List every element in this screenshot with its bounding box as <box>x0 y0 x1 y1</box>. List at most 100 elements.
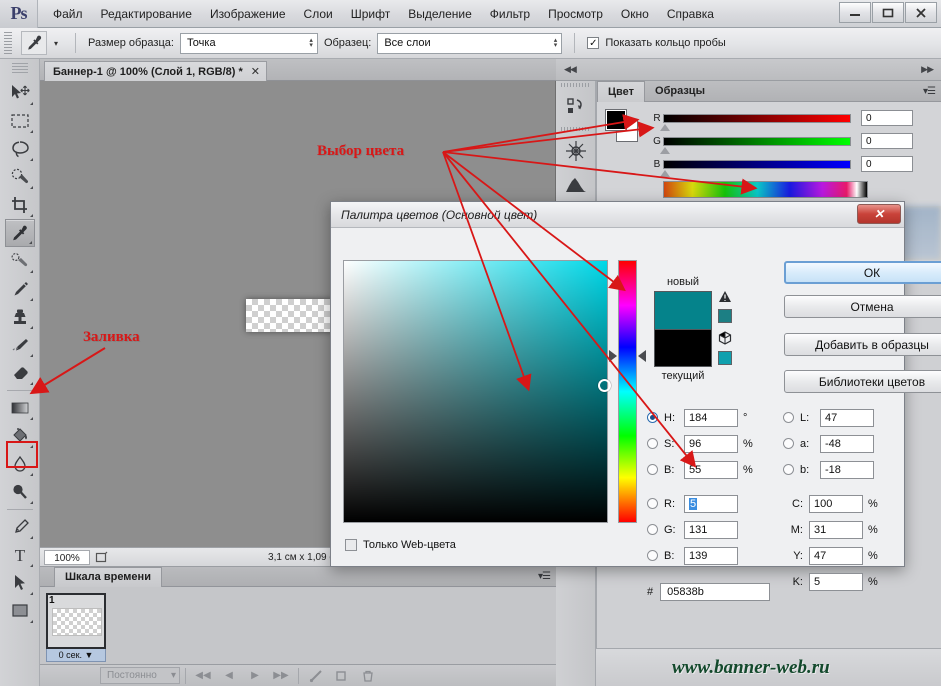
input-green[interactable]: 131 <box>684 520 738 539</box>
history-brush-tool[interactable] <box>5 331 35 359</box>
paint-bucket-tool[interactable] <box>5 422 35 450</box>
quick-select-tool[interactable] <box>5 163 35 191</box>
tab-color[interactable]: Цвет <box>597 80 646 102</box>
timeline-frame[interactable]: 1 0 сек. ▼ <box>46 593 106 662</box>
timeline-panel-menu-icon[interactable]: ▾☰ <box>538 571 551 582</box>
document-tab[interactable]: Баннер-1 @ 100% (Слой 1, RGB/8) * ✕ <box>44 61 268 81</box>
input-brightness[interactable]: 55 <box>684 460 738 479</box>
gamut-substitute-swatch[interactable] <box>718 309 732 323</box>
eyedropper-tool[interactable] <box>4 219 35 247</box>
web-colors-only-checkbox[interactable] <box>345 539 357 551</box>
out-of-gamut-warning-icon[interactable] <box>718 290 736 306</box>
eyedropper-icon[interactable] <box>21 31 47 55</box>
foreground-color-swatch[interactable] <box>605 109 627 131</box>
menu-image[interactable]: Изображение <box>201 3 295 25</box>
dodge-tool[interactable] <box>5 478 35 506</box>
saturation-brightness-field[interactable] <box>343 260 611 523</box>
ok-button[interactable]: ОК <box>784 261 941 284</box>
slider-track-g[interactable] <box>660 136 851 154</box>
menu-window[interactable]: Окно <box>612 3 658 25</box>
dialog-title-bar[interactable]: Палитра цветов (Основной цвет) ✕ <box>331 202 904 228</box>
brush-tool[interactable] <box>5 275 35 303</box>
menu-filter[interactable]: Фильтр <box>481 3 539 25</box>
next-frame-icon[interactable]: ▶▶ <box>269 667 293 685</box>
previous-frame-icon[interactable]: ◀ <box>217 667 241 685</box>
color-panel-menu-icon[interactable]: ▾☰ <box>923 86 936 97</box>
tab-swatches[interactable]: Образцы <box>645 81 715 102</box>
color-libraries-button[interactable]: Библиотеки цветов <box>784 370 941 393</box>
input-lab-b[interactable]: -18 <box>820 460 874 479</box>
first-frame-icon[interactable]: ◀◀ <box>191 667 215 685</box>
marquee-tool[interactable] <box>5 107 35 135</box>
blur-tool[interactable] <box>5 450 35 478</box>
histogram-icon[interactable] <box>561 171 591 199</box>
input-cyan[interactable]: 100 <box>809 494 863 513</box>
hex-input[interactable]: 05838b <box>660 583 771 601</box>
move-tool[interactable] <box>5 79 35 107</box>
slider-thumb-g[interactable] <box>660 146 670 154</box>
toolbar-grip[interactable] <box>11 63 28 75</box>
radio-lab-a[interactable] <box>783 438 794 449</box>
radio-red[interactable] <box>647 498 658 509</box>
current-color-swatch[interactable] <box>654 329 712 367</box>
pen-tool[interactable] <box>5 513 35 541</box>
minimize-icon[interactable] <box>839 2 871 23</box>
collapse-right-icon[interactable]: ▶▶ <box>921 64 934 75</box>
menu-type[interactable]: Шрифт <box>342 3 399 25</box>
healing-brush-tool[interactable] <box>5 247 35 275</box>
input-lab-l[interactable]: 47 <box>820 408 874 427</box>
sample-size-spinner-icon[interactable]: ▴ ▾ <box>309 37 315 49</box>
menu-file[interactable]: Файл <box>44 3 92 25</box>
input-magenta[interactable]: 31 <box>809 520 863 539</box>
delete-frame-icon[interactable] <box>356 667 380 685</box>
cancel-button[interactable]: Отмена <box>784 295 941 318</box>
options-bar-grip[interactable] <box>4 32 12 54</box>
close-icon[interactable] <box>905 2 937 23</box>
play-icon[interactable]: ▶ <box>243 667 267 685</box>
menu-layers[interactable]: Слои <box>295 3 342 25</box>
radio-green[interactable] <box>647 524 658 535</box>
shape-tool[interactable] <box>5 597 35 625</box>
radio-blue[interactable] <box>647 550 658 561</box>
canvas-document-transparent[interactable] <box>246 299 334 332</box>
menu-select[interactable]: Выделение <box>399 3 481 25</box>
slider-value-b[interactable]: 0 <box>861 156 913 172</box>
input-saturation[interactable]: 96 <box>684 434 738 453</box>
hue-slider[interactable] <box>618 260 637 523</box>
menu-edit[interactable]: Редактирование <box>92 3 201 25</box>
input-red[interactable]: 5 <box>684 494 738 513</box>
radio-brightness[interactable] <box>647 464 658 475</box>
zoom-level[interactable]: 100% <box>44 549 90 565</box>
lasso-tool[interactable] <box>5 135 35 163</box>
path-select-tool[interactable] <box>5 569 35 597</box>
slider-thumb-r[interactable] <box>660 123 670 131</box>
gradient-tool[interactable] <box>5 394 35 422</box>
color-spectrum-ramp[interactable] <box>663 181 868 198</box>
sample-size-select[interactable]: Точка ▴ ▾ <box>179 32 318 54</box>
add-to-swatches-button[interactable]: Добавить в образцы <box>784 333 941 356</box>
slider-track-r[interactable] <box>660 113 851 131</box>
duplicate-frame-icon[interactable] <box>330 667 354 685</box>
tween-icon[interactable] <box>304 667 328 685</box>
tab-timeline[interactable]: Шкала времени <box>54 566 162 587</box>
actions-icon[interactable] <box>561 137 591 165</box>
input-hue[interactable]: 184 <box>684 408 738 427</box>
dialog-close-icon[interactable]: ✕ <box>857 204 901 224</box>
type-tool[interactable]: T <box>5 541 35 569</box>
sample-select[interactable]: Все слои ▴ ▾ <box>377 32 563 54</box>
maximize-icon[interactable] <box>872 2 904 23</box>
tool-preset-chevron-down-icon[interactable]: ▾ <box>53 39 63 48</box>
sample-spinner-icon[interactable]: ▴ ▾ <box>554 37 560 49</box>
not-web-safe-icon[interactable] <box>718 331 736 348</box>
show-sampling-ring-checkbox[interactable]: ✓ <box>587 37 600 49</box>
close-icon[interactable]: ✕ <box>251 65 260 78</box>
document-info-icon[interactable] <box>90 551 112 564</box>
frame-delay[interactable]: 0 сек. ▼ <box>46 649 106 662</box>
radio-lab-b[interactable] <box>783 464 794 475</box>
input-blue[interactable]: 139 <box>684 546 738 565</box>
timeline-frames-area[interactable]: 1 0 сек. ▼ <box>40 587 556 665</box>
radio-lab-l[interactable] <box>783 412 794 423</box>
collapse-left-icon[interactable]: ◀◀ <box>564 64 577 75</box>
crop-tool[interactable] <box>5 191 35 219</box>
radio-saturation[interactable] <box>647 438 658 449</box>
